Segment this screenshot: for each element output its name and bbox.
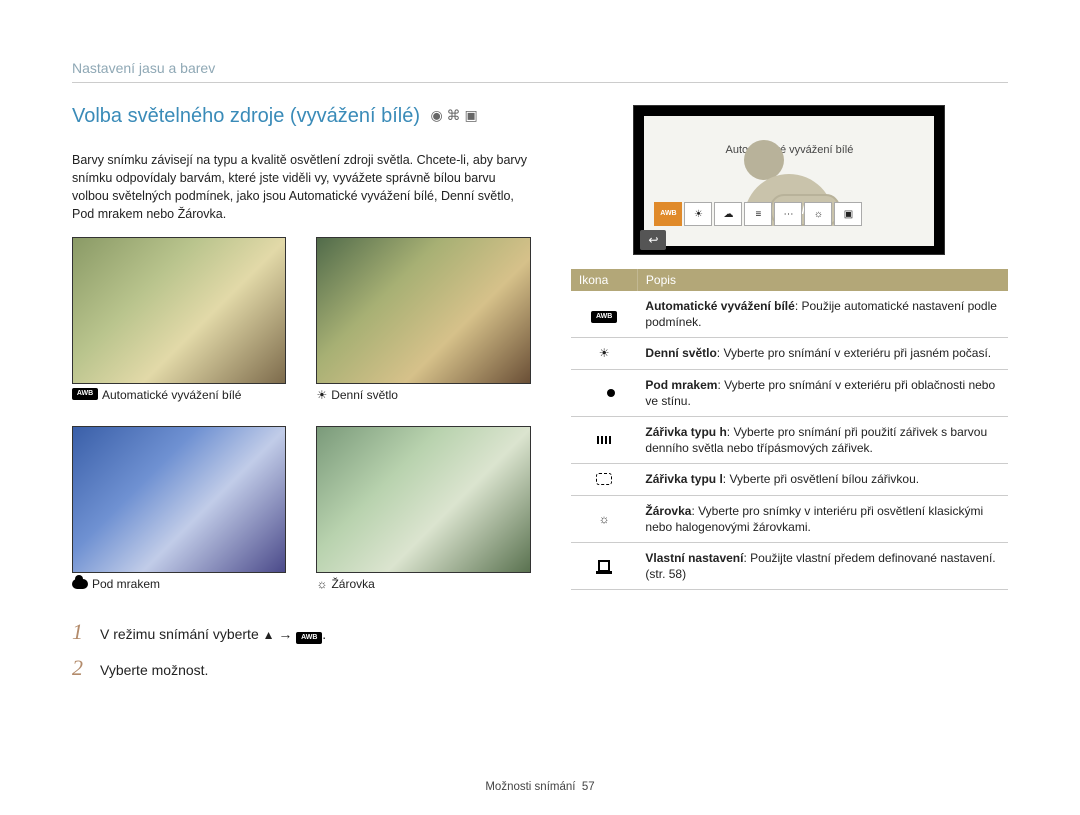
sample-grid: AWB Automatické vyvážení bílé ☀ Denní sv… — [72, 237, 531, 591]
camera-display: Automatické vyvážení bílé AWB AWB ☀ ☁ ≡ … — [633, 105, 945, 255]
option-custom[interactable]: ▣ — [834, 202, 862, 226]
intro-text: Barvy snímku závisejí na typu a kvalitě … — [72, 151, 531, 224]
row-tube-l-icon — [596, 473, 612, 485]
tile-tungsten: ☼ Žárovka — [316, 426, 530, 591]
thumb-awb — [72, 237, 286, 384]
row-fluor-l: Zářivka typu l: Vyberte při osvětlení bí… — [571, 464, 1008, 495]
up-icon: ▲ — [263, 628, 275, 642]
option-awb[interactable]: AWB — [654, 202, 682, 226]
left-column: Volba světelného zdroje (vyvážení bílé) … — [72, 105, 531, 815]
row-fh-term: Zářivka typu h — [645, 425, 726, 439]
caption-awb-text: Automatické vyvážení bílé — [102, 388, 241, 402]
footer: Možnosti snímání 57 — [0, 781, 1080, 793]
row-daylight: ☀ Denní světlo: Vyberte pro snímání v ex… — [571, 338, 1008, 369]
sun-icon: ☀ — [316, 388, 327, 402]
row-awb-icon: AWB — [591, 311, 617, 323]
mode-dual-icon: ⌘ — [447, 107, 461, 123]
thumb-daylight — [316, 237, 530, 384]
row-tube-h-icon — [597, 436, 611, 444]
row-day-text: : Vyberte pro snímání v exteriéru při ja… — [717, 346, 991, 360]
right-column: Automatické vyvážení bílé AWB AWB ☀ ☁ ≡ … — [571, 105, 1008, 815]
tile-cloudy: Pod mrakem — [72, 426, 286, 591]
option-fluor-h[interactable]: ≡ — [744, 202, 772, 226]
display-body: Automatické vyvážení bílé AWB AWB ☀ ☁ ≡ … — [644, 116, 934, 246]
tile-daylight: ☀ Denní světlo — [316, 237, 530, 402]
thumb-cloudy — [72, 426, 286, 573]
description-table: Ikona Popis AWB Automatické vyvážení bíl… — [571, 269, 1008, 590]
step-1-text: V režimu snímání vyberte ▲ → AWB. — [100, 626, 326, 644]
option-tungsten[interactable]: ☼ — [804, 202, 832, 226]
arrow-right-icon: → — [278, 626, 292, 642]
page-title: Volba světelného zdroje (vyvážení bílé) — [72, 105, 420, 128]
row-day-term: Denní světlo — [645, 346, 716, 360]
step-2: 2 Vyberte možnost. — [72, 655, 531, 681]
row-custom-icon — [598, 560, 610, 572]
caption-awb: AWB Automatické vyvážení bílé — [72, 388, 286, 402]
caption-cloudy-text: Pod mrakem — [92, 577, 160, 591]
row-tungsten: ☼ Žárovka: Vyberte pro snímky v interiér… — [571, 495, 1008, 542]
tile-awb: AWB Automatické vyvážení bílé — [72, 237, 286, 402]
page: Nastavení jasu a barev Volba světelného … — [0, 0, 1080, 815]
th-desc: Popis — [637, 269, 1008, 291]
footer-section: Možnosti snímání — [485, 781, 575, 793]
row-fluor-h: Zářivka typu h: Vyberte pro snímání při … — [571, 416, 1008, 463]
row-custom: Vlastní nastavení: Použijte vlastní před… — [571, 542, 1008, 589]
back-button[interactable]: ↩ — [640, 230, 666, 250]
caption-tungsten-text: Žárovka — [331, 577, 374, 591]
mode-program-icon: ◉ — [430, 107, 442, 123]
steps: 1 V režimu snímání vyberte ▲ → AWB. 2 Vy… — [72, 619, 531, 681]
row-cloud-term: Pod mrakem — [645, 378, 717, 392]
row-bulb-icon: ☼ — [599, 512, 610, 526]
row-awb: AWB Automatické vyvážení bílé: Použije a… — [571, 291, 1008, 338]
footer-page: 57 — [582, 781, 595, 793]
step-1-pre: V režimu snímání vyberte — [100, 626, 259, 642]
step-2-text: Vyberte možnost. — [100, 662, 208, 678]
row-bulb-term: Žárovka — [645, 504, 691, 518]
caption-daylight: ☀ Denní světlo — [316, 388, 530, 402]
option-fluor-l[interactable]: ⋯ — [774, 202, 802, 226]
th-icon: Ikona — [571, 269, 638, 291]
row-fl-text: : Vyberte při osvětlení bílou zářivkou. — [723, 472, 919, 486]
step-1-number: 1 — [72, 619, 90, 645]
mode-icons: ◉ ⌘ ▣ — [430, 107, 477, 124]
step-1: 1 V režimu snímání vyberte ▲ → AWB. — [72, 619, 531, 645]
caption-tungsten: ☼ Žárovka — [316, 577, 530, 591]
bulb-icon: ☼ — [316, 577, 327, 591]
row-cloudy: Pod mrakem: Vyberte pro snímání v exteri… — [571, 369, 1008, 416]
row-awb-term: Automatické vyvážení bílé — [645, 299, 794, 313]
breadcrumb: Nastavení jasu a barev — [72, 60, 1008, 83]
display-option-row: AWB ☀ ☁ ≡ ⋯ ☼ ▣ — [654, 202, 924, 226]
caption-cloudy: Pod mrakem — [72, 577, 286, 591]
columns: Volba světelného zdroje (vyvážení bílé) … — [72, 105, 1008, 815]
row-sun-icon: ☀ — [599, 346, 610, 360]
awb-icon: AWB — [72, 388, 98, 400]
mode-movie-icon: ▣ — [464, 107, 477, 123]
step-2-number: 2 — [72, 655, 90, 681]
option-daylight[interactable]: ☀ — [684, 202, 712, 226]
cloud-icon — [72, 579, 88, 589]
row-bulb-text: : Vyberte pro snímky v interiéru při osv… — [645, 504, 983, 534]
awb-badge-icon: AWB — [296, 632, 322, 644]
thumb-tungsten — [316, 426, 530, 573]
row-custom-term: Vlastní nastavení — [645, 551, 743, 565]
step-1-post: . — [322, 626, 326, 642]
row-fl-term: Zářivka typu l — [645, 472, 722, 486]
option-cloudy[interactable]: ☁ — [714, 202, 742, 226]
caption-daylight-text: Denní světlo — [331, 388, 398, 402]
